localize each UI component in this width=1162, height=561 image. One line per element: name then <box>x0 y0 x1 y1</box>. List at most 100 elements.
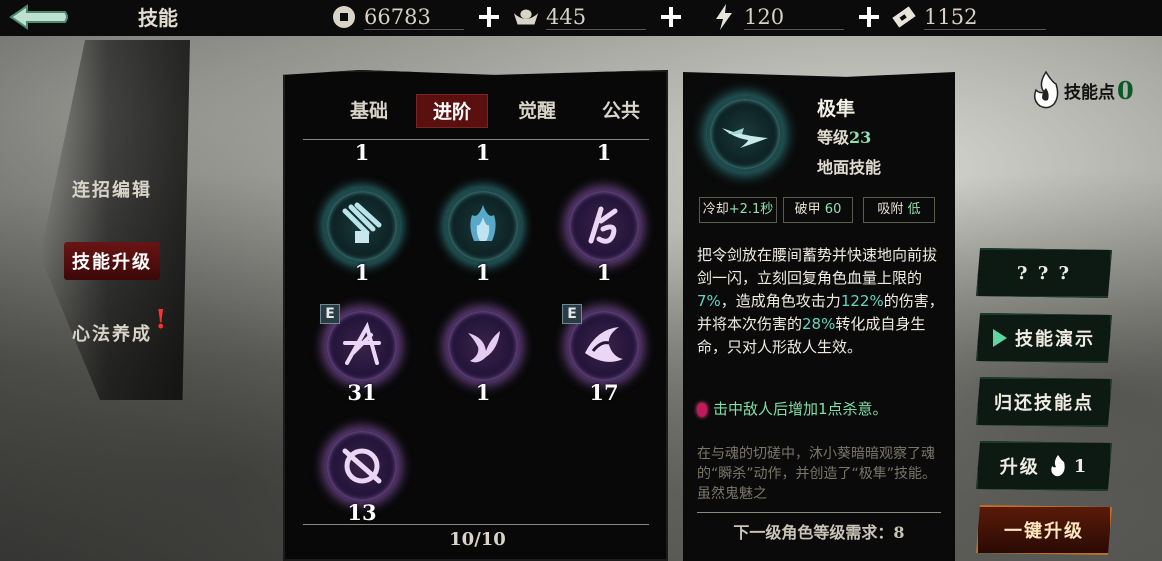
skill-slot[interactable]: E 17 <box>562 304 644 418</box>
unknown-button[interactable]: ? ? ? <box>976 248 1112 298</box>
add-energy-button[interactable] <box>856 4 882 30</box>
resource-energy: 120 <box>710 0 882 34</box>
silver-value: 445 <box>546 5 646 30</box>
page-indicator: 10/10 <box>449 529 506 550</box>
back-button[interactable] <box>4 0 74 34</box>
skill-tabs: 基础 进阶 觉醒 公共 <box>303 90 649 140</box>
skill-name: 极隼 <box>817 98 856 120</box>
skill-detail-panel: 极隼 等级23 地面技能 冷却+2.1秒 破甲 60 吸附 低 把令剑放在腰间蓄… <box>683 72 955 561</box>
skill-level: 31 <box>347 380 377 405</box>
coin-icon <box>330 3 358 31</box>
alert-badge: ! <box>155 305 167 335</box>
skill-points-value: 0 <box>1117 75 1134 105</box>
tab-common[interactable]: 公共 <box>585 94 657 128</box>
upgrade-label: 升级 <box>999 457 1040 478</box>
soul-flame-icon <box>1051 455 1065 477</box>
desc-highlight: 7% <box>697 292 721 310</box>
menu-combo-edit[interactable]: 连招编辑 <box>64 170 160 208</box>
desc-text: 把令剑放在腰间蓄势并快速地向前拔剑一闪，立刻回复角色血量上限的 <box>697 246 938 287</box>
skill-bonus: 击中敌人后增加1点杀意。 <box>697 398 947 420</box>
page-title: 技能 <box>138 6 178 30</box>
partial-skill-level: 1 <box>596 142 612 165</box>
tab-advanced[interactable]: 进阶 <box>416 94 488 128</box>
refund-points-button[interactable]: 归还技能点 <box>976 377 1112 427</box>
skill-level: 1 <box>354 260 370 285</box>
skill-level: 1 <box>475 260 491 285</box>
skill-slot[interactable]: 1 <box>564 188 644 298</box>
skill-level-info: 等级23 <box>817 124 871 148</box>
menu-skill-upgrade[interactable]: 技能升级 <box>64 242 160 280</box>
enhanced-badge: E <box>320 304 340 324</box>
skill-points-label: 技能点 <box>1064 82 1115 103</box>
bonus-text: 击中敌人后增加1点杀意。 <box>713 400 888 418</box>
skill-grid: 1 1 1 1 1 1 E 31 1 E 17 13 <box>285 142 668 522</box>
tab-basic[interactable]: 基础 <box>333 94 405 128</box>
enhanced-badge: E <box>562 304 582 324</box>
menu-heart-method[interactable]: 心法养成 <box>64 314 160 352</box>
skill-level: 1 <box>596 260 612 285</box>
ticket-icon <box>890 3 918 31</box>
plus-icon <box>661 7 681 27</box>
top-bar: 技能 66783 445 120 1152 <box>0 0 1162 36</box>
skill-level: 13 <box>347 500 377 522</box>
gem-icon <box>697 402 707 417</box>
phoenix-wing-icon <box>445 308 521 384</box>
spin-slash-icon <box>324 428 400 504</box>
skill-slot[interactable]: 13 <box>322 428 402 522</box>
rune-sigil-icon <box>566 188 642 264</box>
refund-label: 归还技能点 <box>994 393 1094 414</box>
skill-level: 17 <box>589 380 619 405</box>
resource-ticket: 1152 <box>890 0 1046 34</box>
skill-slot[interactable]: 1 <box>443 188 523 298</box>
plus-icon <box>859 7 879 27</box>
resource-coin: 66783 <box>330 0 502 34</box>
one-click-upgrade-button[interactable]: 一键升级 <box>976 505 1112 555</box>
coin-value: 66783 <box>364 5 464 30</box>
skill-slot[interactable]: 1 <box>322 188 402 298</box>
divider <box>697 512 941 513</box>
desc-highlight: 28% <box>802 315 836 333</box>
level-requirement: 下一级角色等级需求：8 <box>733 523 905 542</box>
partial-skill-level: 1 <box>475 142 491 165</box>
skill-slot[interactable]: 1 <box>443 308 523 418</box>
skill-panel: 基础 进阶 觉醒 公共 1 1 1 1 1 1 E 31 1 E 17 13 1… <box>283 70 668 561</box>
desc-highlight: 122% <box>840 292 884 310</box>
plus-icon <box>479 7 499 27</box>
divider <box>303 524 649 525</box>
stat-label: 破甲 <box>794 202 821 217</box>
unknown-button-label: ? ? ? <box>1016 262 1072 284</box>
stat-cooldown: 冷却+2.1秒 <box>699 197 777 223</box>
add-coin-button[interactable] <box>476 4 502 30</box>
lightning-icon <box>710 3 738 31</box>
level-label: 等级 <box>817 128 850 147</box>
skill-description: 把令剑放在腰间蓄势并快速地向前拔剑一闪，立刻回复角色血量上限的 7%，造成角色攻击… <box>697 244 947 359</box>
skill-lore[interactable]: 在与魂的切磋中，沐小葵暗暗观察了魂的“瞬杀”动作，并创造了“极隼”技能。虽然鬼魅… <box>697 444 947 508</box>
upgrade-button[interactable]: 升级 1 <box>976 441 1112 491</box>
tab-awaken[interactable]: 觉醒 <box>501 94 573 128</box>
energy-value: 120 <box>744 5 844 30</box>
skill-level: 1 <box>475 380 491 405</box>
skill-demo-button[interactable]: 技能演示 <box>976 313 1112 363</box>
one-click-label: 一键升级 <box>1004 521 1084 542</box>
silver-ingot-icon <box>512 3 540 31</box>
claw-slash-icon <box>324 188 400 264</box>
upgrade-cost: 1 <box>1073 455 1089 477</box>
stat-absorb: 吸附 低 <box>863 197 935 223</box>
stat-value: +2.1秒 <box>728 202 774 217</box>
desc-text: ，造成角色攻击力 <box>720 292 841 310</box>
skill-slot[interactable]: E 31 <box>320 304 402 418</box>
stat-armor-break: 破甲 60 <box>783 197 853 223</box>
level-value: 23 <box>849 128 872 147</box>
stat-value: 60 <box>824 202 842 217</box>
add-silver-button[interactable] <box>658 4 684 30</box>
flame-burst-icon <box>445 188 521 264</box>
skill-points-display: 技能点 0 <box>1032 68 1134 112</box>
soul-flame-icon <box>1033 70 1059 109</box>
ticket-value: 1152 <box>924 5 1046 30</box>
back-arrow-icon <box>9 4 68 30</box>
skill-type: 地面技能 <box>817 158 882 177</box>
play-icon <box>993 329 1007 347</box>
skill-demo-label: 技能演示 <box>1015 329 1095 350</box>
resource-silver: 445 <box>512 0 684 34</box>
partial-skill-level: 1 <box>354 142 370 165</box>
